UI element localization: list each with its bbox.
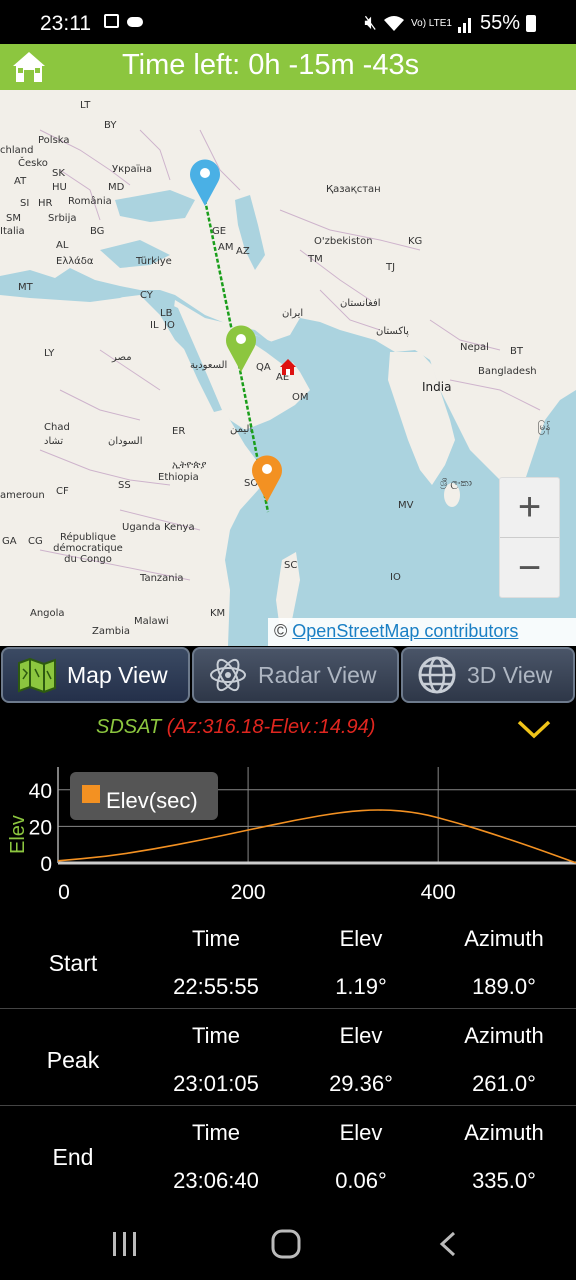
pass-row-end: End Time Elev Azimuth 23:06:40 0.06° 335… [0,1106,576,1203]
satellite-title: SDSAT (Az:316.18-Elev.:14.94) [96,716,375,739]
peak-location-pin-icon[interactable] [225,324,257,374]
network-type: Vo) LTE1 [411,17,452,29]
map-view[interactable]: Polska Česko chland SK AT HU SI HR Srbij… [0,90,576,646]
time-left-countdown: Time left: 0h -15m -43s [122,49,420,81]
pass-row-peak: Peak Time Elev Azimuth 23:01:05 29.36° 2… [0,1009,576,1106]
peak-elev: 29.36° [329,1071,393,1096]
col-header-time: Time [191,1120,241,1145]
col-header-time: Time [191,1023,241,1048]
col-header-azimuth: Azimuth [464,1023,544,1048]
globe-icon [418,656,456,694]
col-header-elev: Elev [339,1023,383,1048]
x-tick-label: 400 [421,881,456,904]
tab-3d-view-label: 3D View [467,661,553,688]
battery-icon [526,15,536,32]
signal-icon [457,17,471,33]
map-attribution: © OpenStreetMap contributors [268,618,576,646]
battery-percent: 55% [479,12,520,34]
wifi-icon [384,15,405,31]
start-elev: 1.19° [335,974,387,999]
legend-label: Elev(sec) [106,788,198,813]
copyright-symbol: © [274,621,288,641]
end-location-pin-icon[interactable] [251,454,283,504]
pass-label-end: End [52,1144,94,1170]
peak-azimuth: 261.0° [472,1071,536,1096]
start-location-pin-icon[interactable] [189,158,221,208]
cloud-notification-icon [127,17,143,27]
view-tabs: Map View Radar View 3D View [0,646,576,704]
start-time: 22:55:55 [173,974,259,999]
recent-apps-icon[interactable] [110,1230,140,1258]
pass-row-start: Start Time Elev Azimuth 22:55:55 1.19° 1… [0,912,576,1009]
satellite-coordinates: (Az:316.18-Elev.:14.94) [166,716,376,738]
header-bar: Time left: 0h -15m -43s [0,44,576,90]
tab-map-view[interactable]: Map View [1,647,190,703]
y-tick-label: 20 [29,816,52,839]
col-header-time: Time [191,926,241,951]
zoom-controls: + − [499,477,560,598]
tab-radar-view-label: Radar View [258,661,377,688]
android-nav-bar [0,1208,576,1280]
status-bar: 23:11 🔇︎ Vo) LTE1 55% [0,0,576,44]
tab-map-view-label: Map View [67,661,168,688]
home-nav-icon[interactable] [270,1228,302,1260]
status-time: 23:11 [40,12,91,35]
y-tick-label: 0 [40,853,52,876]
map-icon [18,657,56,694]
home-icon[interactable] [10,48,48,86]
zoom-in-button[interactable]: + [500,478,559,538]
end-elev: 0.06° [335,1168,387,1193]
col-header-elev: Elev [339,1120,383,1145]
gallery-notification-icon [104,14,119,28]
legend-swatch [82,785,100,803]
satellite-info-bar: SDSAT (Az:316.18-Elev.:14.94) [0,704,576,752]
x-tick-label: 0 [58,881,70,904]
x-tick-label: 200 [231,881,266,904]
end-azimuth: 335.0° [472,1168,536,1193]
start-azimuth: 189.0° [472,974,536,999]
pass-label-start: Start [48,950,98,976]
back-icon[interactable] [436,1230,460,1258]
y-tick-label: 40 [29,780,52,803]
mute-icon: 🔇︎ [364,12,378,34]
zoom-out-button[interactable]: − [500,538,559,598]
tab-3d-view[interactable]: 3D View [401,647,575,703]
atom-icon [210,658,246,692]
peak-time: 23:01:05 [173,1071,259,1096]
elevation-chart: 0 200 400 0 20 40 Elev Elev(sec) [7,767,576,904]
end-time: 23:06:40 [173,1168,259,1193]
osm-contributors-link[interactable]: OpenStreetMap contributors [292,621,518,641]
tab-radar-view[interactable]: Radar View [192,647,399,703]
pass-label-peak: Peak [46,1047,100,1073]
chevron-down-icon[interactable] [516,718,552,740]
col-header-azimuth: Azimuth [464,1120,544,1145]
chart-ylabel: Elev [7,815,29,854]
col-header-elev: Elev [339,926,383,951]
satellite-name: SDSAT [96,716,162,738]
col-header-azimuth: Azimuth [464,926,544,951]
observer-home-icon[interactable] [279,358,297,376]
chart-legend: Elev(sec) [70,772,218,820]
